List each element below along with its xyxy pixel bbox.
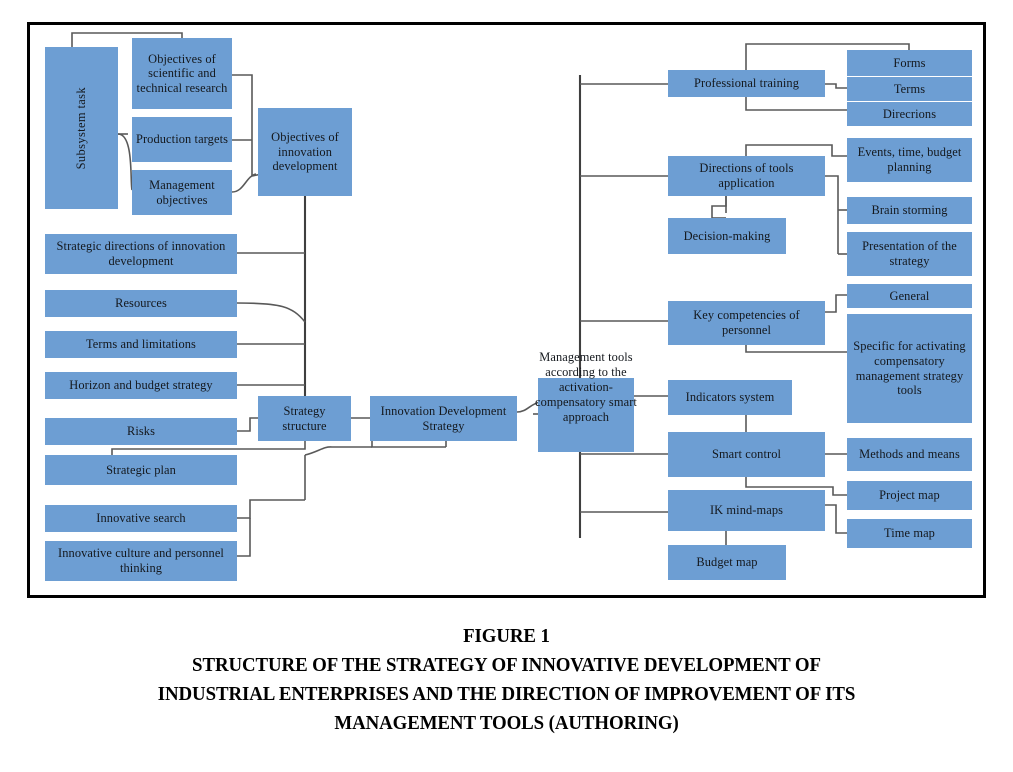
node-smart-control-label: Smart control [711,447,782,462]
figure-root: Subsystem task Objectives of scientific … [0,0,1013,772]
node-methods-and-means-label: Methods and means [859,447,960,462]
node-objectives-innovation-development-label: Objectives of innovation development [271,130,339,174]
node-innovation-development-strategy[interactable]: Innovation Development Strategy [370,396,517,441]
node-terms-and-limitations-label: Terms and limitations [86,337,196,352]
node-strategic-plan[interactable]: Strategic plan [45,455,237,485]
node-time-map[interactable]: Time map [847,519,972,548]
node-strategy-structure[interactable]: Strategy structure [258,396,351,441]
node-direcrions[interactable]: Direcrions [847,101,972,126]
node-specific-for-activating[interactable]: Specific for activating compensatory man… [847,314,972,423]
caption-line-1: FIGURE 1 [463,625,550,647]
node-general[interactable]: General [847,284,972,308]
node-forms[interactable]: Forms [847,50,972,76]
node-presentation-of-the-strategy[interactable]: Presentation of the strategy [847,232,972,276]
node-strategic-plan-label: Strategic plan [106,462,176,477]
node-terms-and-limitations[interactable]: Terms and limitations [45,331,237,358]
node-direcrions-label: Direcrions [882,106,937,121]
node-decision-making[interactable]: Decision-making [668,218,786,254]
node-objectives-innovation-development[interactable]: Objectives of innovation development [258,108,352,196]
node-strategy-structure-label: Strategy structure [282,403,327,433]
node-management-tools-label: Management tools according to the activa… [535,350,637,424]
node-specific-for-activating-label: Specific for activating compensatory man… [853,339,966,398]
node-forms-label: Forms [893,55,926,70]
node-smart-control[interactable]: Smart control [668,432,825,477]
node-management-tools[interactable]: Management tools according to the activa… [535,350,637,452]
node-strategic-directions[interactable]: Strategic directions of innovation devel… [45,234,237,274]
node-risks[interactable]: Risks [45,418,237,445]
node-resources[interactable]: Resources [45,290,237,317]
node-budget-map-label: Budget map [696,555,758,570]
node-time-map-label: Time map [884,526,935,541]
node-directions-of-tools-application-label: Directions of tools application [699,161,794,190]
node-subsystem-task[interactable]: Subsystem task [45,47,118,209]
node-events-time-budget-planning-label: Events, time, budget planning [857,145,962,174]
node-brain-storming-label: Brain storming [871,203,948,218]
node-indicators-system[interactable]: Indicators system [668,380,792,415]
caption-line-4: MANAGEMENT TOOLS (AUTHORING) [334,712,679,735]
node-ik-mind-maps[interactable]: IK mind-maps [668,490,825,531]
node-horizon-and-budget-strategy-label: Horizon and budget strategy [69,378,213,393]
node-risks-label: Risks [126,424,156,439]
node-general-label: General [889,288,930,303]
node-terms[interactable]: Terms [847,76,972,101]
node-subsystem-task-label: Subsystem task [74,86,89,170]
node-project-map-label: Project map [879,488,940,503]
node-horizon-and-budget-strategy[interactable]: Horizon and budget strategy [45,372,237,399]
node-objectives-sci-tech-label: Objectives of scientific and technical r… [136,51,228,95]
node-methods-and-means[interactable]: Methods and means [847,438,972,471]
node-resources-label: Resources [115,296,167,311]
node-decision-making-label: Decision-making [683,228,771,243]
node-management-objectives-label: Management objectives [149,177,215,207]
node-professional-training-label: Professional training [694,76,799,91]
diagram-canvas: Subsystem task Objectives of scientific … [0,0,1013,610]
node-strategic-directions-label: Strategic directions of innovation devel… [56,239,226,268]
group-training-attributes: Forms Terms Direcrions [847,50,972,126]
node-budget-map[interactable]: Budget map [668,545,786,580]
caption-line-3: INDUSTRIAL ENTERPRISES AND THE DIRECTION… [157,683,856,706]
node-terms-label: Terms [893,81,926,96]
node-management-objectives[interactable]: Management objectives [132,170,232,215]
node-project-map[interactable]: Project map [847,481,972,510]
node-key-competencies-of-personnel-label: Key competencies of personnel [693,308,800,337]
node-presentation-of-the-strategy-label: Presentation of the strategy [862,239,957,268]
node-innovative-search[interactable]: Innovative search [45,505,237,532]
node-professional-training[interactable]: Professional training [668,70,825,97]
figure-caption: FIGURE 1 STRUCTURE OF THE STRATEGY OF IN… [41,622,973,738]
node-objectives-sci-tech[interactable]: Objectives of scientific and technical r… [132,38,232,109]
node-brain-storming[interactable]: Brain storming [847,197,972,224]
caption-line-2: STRUCTURE OF THE STRATEGY OF INNOVATIVE … [192,654,821,677]
node-events-time-budget-planning[interactable]: Events, time, budget planning [847,138,972,182]
node-key-competencies-of-personnel[interactable]: Key competencies of personnel [668,301,825,345]
node-innovative-culture-label: Innovative culture and personnel thinkin… [58,546,224,575]
node-directions-of-tools-application[interactable]: Directions of tools application [668,156,825,196]
node-indicators-system-label: Indicators system [685,390,775,405]
node-ik-mind-maps-label: IK mind-maps [709,503,784,518]
node-production-targets-label: Production targets [135,132,229,147]
node-innovative-search-label: Innovative search [96,511,186,526]
node-innovation-development-strategy-label: Innovation Development Strategy [380,403,507,433]
node-innovative-culture[interactable]: Innovative culture and personnel thinkin… [45,541,237,581]
node-production-targets[interactable]: Production targets [132,117,232,162]
